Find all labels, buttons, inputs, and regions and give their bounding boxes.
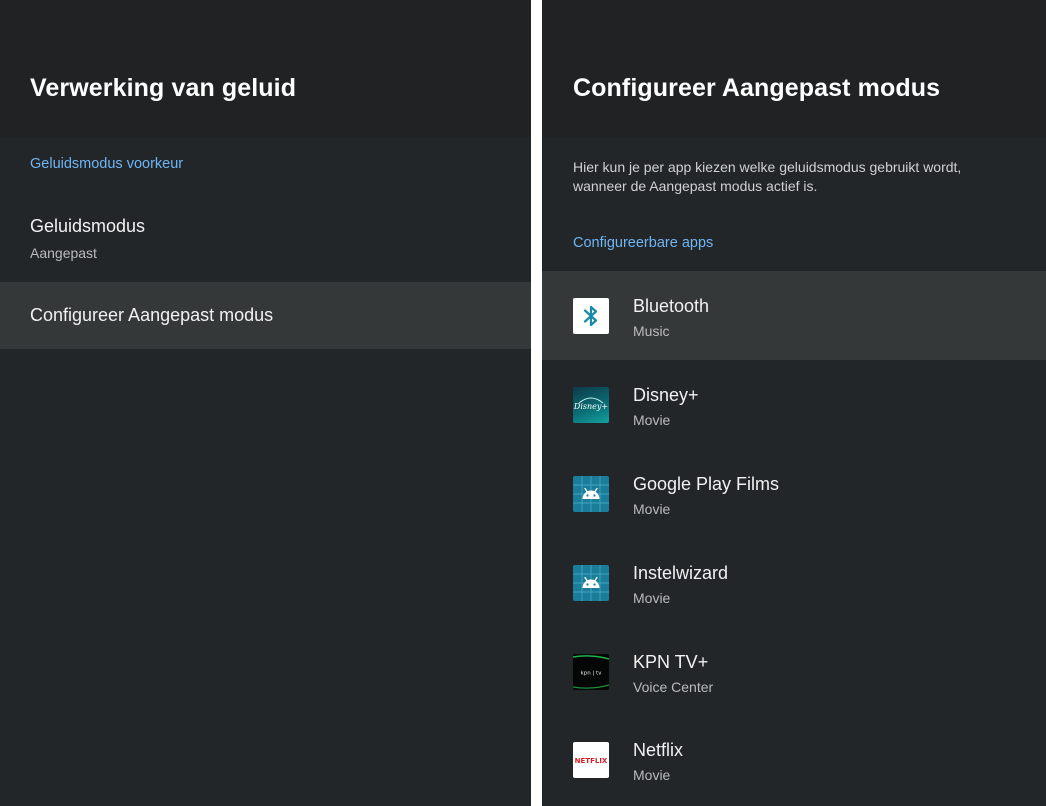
app-sound-mode: Movie xyxy=(633,412,671,428)
page-title: Verwerking van geluid xyxy=(30,74,297,102)
app-name: Google Play Films xyxy=(633,474,780,494)
disney-plus-icon: Disney+ xyxy=(573,387,609,423)
app-name: Netflix xyxy=(633,740,684,760)
kpn-tv-icon: kpn | tv xyxy=(573,654,609,690)
app-name: Instelwizard xyxy=(633,563,729,583)
disney-logo-text: Disney+ xyxy=(573,402,608,411)
app-name: Bluetooth xyxy=(633,296,710,316)
panel-title: Configureer Aangepast modus xyxy=(573,74,941,102)
app-row-google-play-films[interactable]: Google Play Films Movie xyxy=(542,449,1046,538)
configure-custom-mode-title: Configureer Aangepast modus xyxy=(30,305,274,325)
app-row-instelwizard[interactable]: Instelwizard Movie xyxy=(542,538,1046,627)
sound-mode-title: Geluidsmodus xyxy=(30,216,146,236)
app-name: KPN TV+ xyxy=(633,652,709,672)
app-row-disney-plus[interactable]: Disney+ Disney+ Movie xyxy=(542,360,1046,449)
description-text: Hier kun je per app kiezen welke geluids… xyxy=(573,159,962,194)
app-name: Disney+ xyxy=(633,385,699,405)
app-row-bluetooth[interactable]: Bluetooth Music xyxy=(542,271,1046,360)
bluetooth-icon xyxy=(573,298,609,334)
app-sound-mode: Movie xyxy=(633,767,671,783)
configure-custom-mode-item[interactable]: Configureer Aangepast modus xyxy=(0,282,531,349)
app-row-kpn-tv-plus[interactable]: kpn | tv KPN TV+ Voice Center xyxy=(542,627,1046,716)
android-icon xyxy=(573,565,609,601)
netflix-icon: NETFLIX xyxy=(573,742,609,778)
right-panel-header: Configureer Aangepast modus xyxy=(542,0,1046,137)
app-sound-mode: Movie xyxy=(633,501,671,517)
configure-custom-mode-panel: Configureer Aangepast modus Hier kun je … xyxy=(542,0,1046,806)
left-panel-header: Verwerking van geluid xyxy=(0,0,531,137)
sound-mode-item[interactable]: Geluidsmodus Aangepast xyxy=(0,194,531,282)
section-label-sound-mode-preference: Geluidsmodus voorkeur xyxy=(30,156,184,172)
netflix-logo-text: NETFLIX xyxy=(575,757,608,765)
sound-mode-value: Aangepast xyxy=(30,245,97,261)
app-sound-mode: Music xyxy=(633,323,670,339)
section-label-configurable-apps: Configureerbare apps xyxy=(573,235,714,251)
android-icon xyxy=(573,476,609,512)
kpn-logo-text: kpn | tv xyxy=(581,671,603,677)
app-sound-mode: Movie xyxy=(633,590,671,606)
sound-processing-panel: Verwerking van geluid Geluidsmodus voork… xyxy=(0,0,531,806)
app-sound-mode: Voice Center xyxy=(633,679,714,695)
app-row-netflix[interactable]: NETFLIX Netflix Movie xyxy=(542,716,1046,805)
